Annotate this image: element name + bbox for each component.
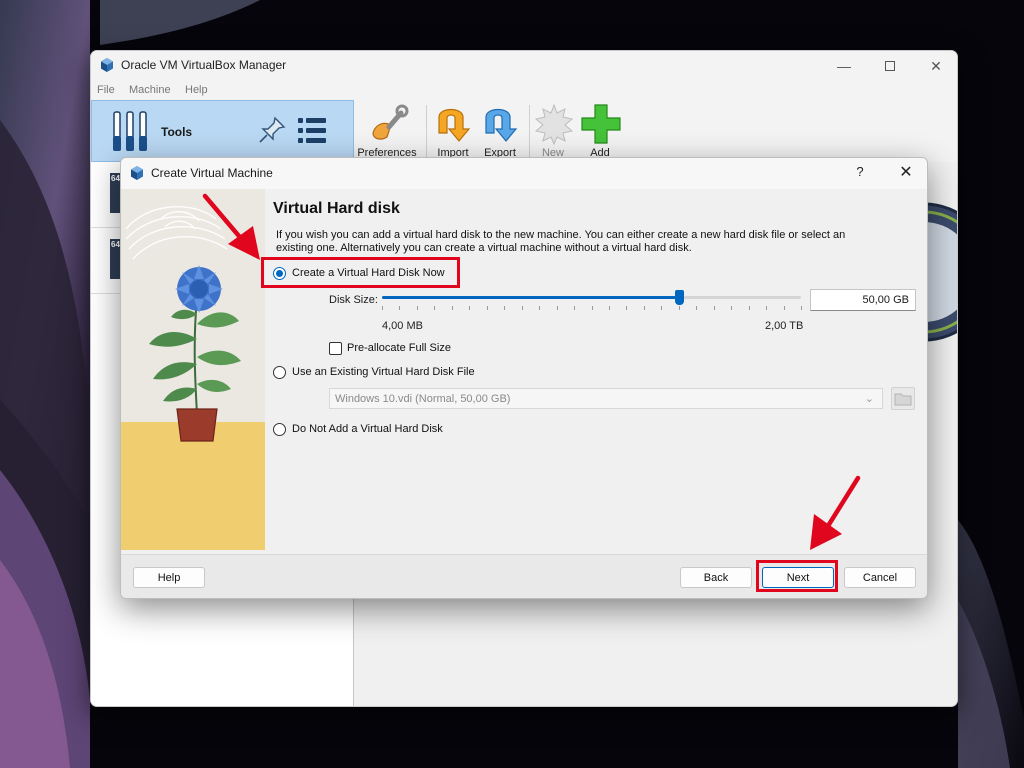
annotation-arrow-icon xyxy=(810,475,861,550)
virtualbox-icon xyxy=(101,58,113,72)
tools-icon xyxy=(113,111,147,151)
no-disk-option[interactable]: Do Not Add a Virtual Hard Disk xyxy=(273,420,443,438)
annotation-highlight-next xyxy=(756,560,838,592)
disk-size-label: Disk Size: xyxy=(329,294,378,306)
slider-tick xyxy=(643,306,645,310)
slider-tick xyxy=(399,306,401,310)
slider-tick xyxy=(521,306,523,310)
slider-tick xyxy=(451,306,453,310)
slider-tick xyxy=(661,306,663,310)
page-description: If you wish you can add a virtual hard d… xyxy=(276,229,846,254)
slider-tick xyxy=(504,306,506,310)
existing-disk-value: Windows 10.vdi (Normal, 50,00 GB) xyxy=(335,393,511,405)
maximize-icon xyxy=(885,61,895,71)
slider-tick xyxy=(574,306,576,310)
menu-file[interactable]: File xyxy=(97,84,115,96)
browse-disk-button[interactable] xyxy=(891,387,915,410)
close-button[interactable]: ✕ xyxy=(913,51,957,81)
disk-size-slider-fill xyxy=(382,296,680,299)
preallocate-option[interactable]: Pre-allocate Full Size xyxy=(329,340,451,356)
import-icon xyxy=(438,108,471,142)
slider-tick xyxy=(801,306,802,310)
folder-icon xyxy=(894,393,912,406)
use-existing-disk-option[interactable]: Use an Existing Virtual Hard Disk File xyxy=(273,363,475,381)
use-existing-disk-radio[interactable] xyxy=(273,365,286,379)
slider-tick xyxy=(766,306,768,310)
slider-tick xyxy=(556,306,558,310)
slider-tick xyxy=(626,306,628,310)
export-button[interactable]: Export xyxy=(470,101,530,161)
annotation-arrow-icon xyxy=(202,193,260,260)
maximize-button[interactable] xyxy=(867,51,913,81)
new-icon xyxy=(534,103,574,145)
slider-tick xyxy=(713,306,715,310)
disk-size-slider-track[interactable] xyxy=(382,296,801,299)
minimize-button[interactable]: — xyxy=(821,51,867,81)
slider-tick xyxy=(678,306,680,310)
existing-disk-select[interactable]: Windows 10.vdi (Normal, 50,00 GB) ⌄ xyxy=(329,388,883,409)
virtualbox-icon xyxy=(131,166,143,180)
preferences-icon xyxy=(372,104,409,140)
dialog-title: Create Virtual Machine xyxy=(151,166,273,180)
pin-icon[interactable] xyxy=(257,115,287,145)
slider-tick xyxy=(696,306,698,310)
close-icon: ✕ xyxy=(930,57,942,74)
disk-size-slider-thumb[interactable] xyxy=(675,290,685,305)
add-button[interactable]: Add xyxy=(570,101,630,161)
page-title: Virtual Hard disk xyxy=(273,200,400,217)
preferences-button[interactable]: Preferences xyxy=(357,101,417,161)
slider-tick xyxy=(748,306,750,310)
slider-tick xyxy=(486,306,488,310)
tools-label: Tools xyxy=(161,125,193,139)
minimize-icon: — xyxy=(837,58,851,74)
slider-tick xyxy=(382,306,383,310)
export-icon xyxy=(485,108,518,142)
slider-tick xyxy=(539,306,541,310)
main-window-title: Oracle VM VirtualBox Manager xyxy=(121,58,287,72)
help-button[interactable]: Help xyxy=(133,567,205,588)
question-icon: ? xyxy=(856,164,864,179)
tools-item[interactable]: Tools xyxy=(91,100,354,162)
add-icon xyxy=(581,104,621,144)
no-disk-radio[interactable] xyxy=(273,422,286,436)
slider-tick xyxy=(434,306,436,310)
chevron-down-icon: ⌄ xyxy=(864,393,874,405)
dialog-close-button[interactable]: ✕ xyxy=(891,162,921,184)
use-existing-disk-label: Use an Existing Virtual Hard Disk File xyxy=(292,366,475,378)
annotation-highlight-create-disk xyxy=(261,257,460,288)
back-button[interactable]: Back xyxy=(680,567,752,588)
preallocate-label: Pre-allocate Full Size xyxy=(347,342,451,354)
slider-tick xyxy=(416,306,418,310)
slider-min-label: 4,00 MB xyxy=(382,320,423,332)
dialog-titlebar: Create Virtual Machine ? ✕ xyxy=(121,158,927,189)
main-titlebar: Oracle VM VirtualBox Manager — ✕ xyxy=(91,51,957,81)
slider-max-label: 2,00 TB xyxy=(765,320,804,332)
slider-tick xyxy=(608,306,610,310)
menu-help[interactable]: Help xyxy=(185,84,208,96)
preallocate-checkbox[interactable] xyxy=(329,341,342,355)
close-icon: ✕ xyxy=(899,164,913,181)
slider-tick xyxy=(731,306,733,310)
slider-tick xyxy=(783,306,785,310)
slider-ticks xyxy=(382,306,802,311)
list-view-icon[interactable] xyxy=(296,115,328,147)
no-disk-label: Do Not Add a Virtual Hard Disk xyxy=(292,423,443,435)
slider-tick xyxy=(591,306,593,310)
menubar: File Machine Help xyxy=(91,81,957,100)
preview-disc-icon xyxy=(924,202,957,342)
vm-badge: 64 xyxy=(111,174,120,183)
disk-size-input[interactable]: 50,00 GB xyxy=(810,289,916,311)
cancel-button[interactable]: Cancel xyxy=(844,567,916,588)
context-help-button[interactable]: ? xyxy=(845,164,875,184)
slider-tick xyxy=(469,306,471,310)
menu-machine[interactable]: Machine xyxy=(129,84,171,96)
vm-badge: 64 xyxy=(111,240,120,249)
